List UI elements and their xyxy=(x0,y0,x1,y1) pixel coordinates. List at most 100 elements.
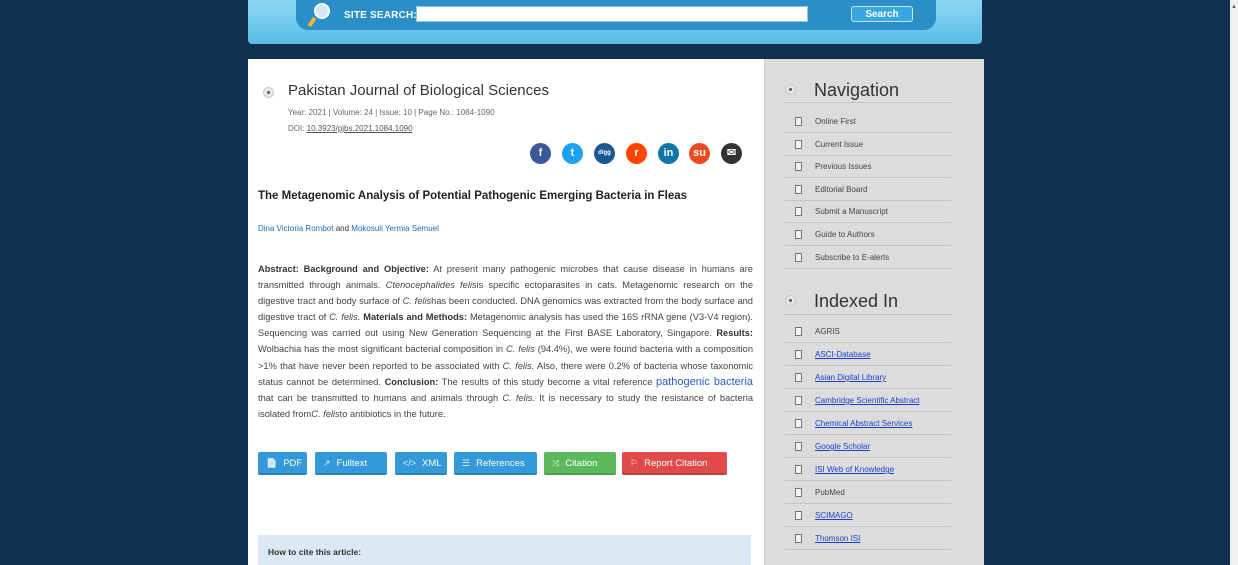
indexed-item[interactable]: ASCI-Database xyxy=(785,343,951,366)
shuffle-icon: ⤨ xyxy=(552,458,560,468)
issue-meta: Year: 2021 | Volume: 24 | Issue: 10 | Pa… xyxy=(288,108,495,117)
document-icon xyxy=(795,350,802,359)
search-logo-icon xyxy=(308,3,330,27)
site-search-bar: SITE SEARCH: Search xyxy=(248,0,982,44)
code-icon: </> xyxy=(403,458,417,468)
document-icon xyxy=(795,230,802,239)
indexed-item[interactable]: SCIMAGO xyxy=(785,504,951,527)
abstract: Abstract: Background and Objective: At p… xyxy=(258,261,753,422)
indexed-item-label: Thomson ISI xyxy=(815,534,861,543)
abstract-text: Wolbachia has the most significant bacte… xyxy=(258,344,504,355)
document-icon xyxy=(795,465,802,474)
indexed-item[interactable]: ISI Web of Knowledge xyxy=(785,458,951,481)
twitter-icon[interactable]: t xyxy=(562,143,583,164)
indexed-item[interactable]: Thomson ISI xyxy=(785,527,951,550)
document-icon xyxy=(795,139,802,149)
indexed-item[interactable]: Google Scholar xyxy=(785,435,951,458)
pdf-icon: 📄 xyxy=(266,458,278,468)
nav-item[interactable]: Editorial Board xyxy=(785,178,951,201)
button-label: PDF xyxy=(283,458,303,469)
pdf-button[interactable]: 📄 PDF xyxy=(258,452,307,475)
article-panel: Pakistan Journal of Biological Sciences … xyxy=(248,59,764,565)
nav-item-label: Editorial Board xyxy=(815,184,868,194)
divider xyxy=(785,102,951,103)
divider xyxy=(785,314,951,315)
search-input[interactable] xyxy=(416,6,808,22)
xml-button[interactable]: </> XML xyxy=(395,452,447,475)
indexed-item[interactable]: Asian Digital Library xyxy=(785,366,951,389)
indexed-item[interactable]: AGRIS xyxy=(785,320,951,343)
journal-title: Pakistan Journal of Biological Sciences xyxy=(288,82,549,99)
document-icon xyxy=(795,184,802,194)
indexed-item-label: ASCI-Database xyxy=(815,350,871,359)
references-button[interactable]: ☰ References xyxy=(454,452,537,475)
author-link[interactable]: Mokosuli Yermia Semuel xyxy=(351,224,439,233)
document-icon xyxy=(795,534,802,543)
authors-and: and xyxy=(335,224,350,233)
citation-button[interactable]: ⤨ Citation xyxy=(544,452,616,475)
nav-item[interactable]: Submit a Manuscript xyxy=(785,200,951,224)
button-label: References xyxy=(476,458,525,469)
list-icon: ☰ xyxy=(462,458,471,468)
species-name: C. felis xyxy=(402,296,432,307)
button-label: Citation xyxy=(565,458,598,469)
nav-item[interactable]: Previous Issues xyxy=(785,155,951,179)
document-icon xyxy=(795,419,802,428)
species-name: C. felis xyxy=(311,408,340,419)
nav-item[interactable]: Subscribe to E-alerts xyxy=(785,246,951,269)
doi-line: DOI: 10.3923/pjbs.2021.1084.1090 xyxy=(288,124,413,133)
reddit-icon[interactable]: r xyxy=(626,143,647,164)
external-link-icon: ↗ xyxy=(323,458,331,468)
digg-icon[interactable]: digg xyxy=(594,143,615,164)
nav-item-label: Submit a Manuscript xyxy=(815,207,888,217)
document-icon xyxy=(795,511,802,520)
document-icon xyxy=(795,117,802,126)
nav-item[interactable]: Online First xyxy=(785,110,951,133)
nav-item[interactable]: Guide to Authors xyxy=(785,223,951,246)
bullet-icon xyxy=(785,295,796,306)
document-icon xyxy=(795,327,802,336)
search-button[interactable]: Search xyxy=(851,6,913,22)
email-icon[interactable]: ✉ xyxy=(721,143,742,164)
button-label: Fulltext xyxy=(336,458,368,469)
pathogenic-bacteria-link[interactable]: pathogenic bacteria xyxy=(656,376,753,388)
how-to-cite-label: How to cite this article: xyxy=(268,547,362,557)
abstract-text: that can be transmitted to humans and an… xyxy=(258,392,499,403)
indexed-item-label: Asian Digital Library xyxy=(815,373,887,382)
search-pill: SITE SEARCH: Search xyxy=(296,0,936,30)
how-to-cite-box: How to cite this article: xyxy=(258,535,751,565)
indexed-item[interactable]: Chemical Abstract Services xyxy=(785,412,951,435)
nav-item[interactable]: Current Issue xyxy=(785,133,951,156)
document-icon xyxy=(795,488,802,497)
author-link[interactable]: Dina Victoria Rombot xyxy=(258,224,333,233)
indexed-item-label: Chemical Abstract Services xyxy=(815,419,913,428)
document-icon xyxy=(795,207,802,217)
sidebar: Navigation Online First Current Issue Prev… xyxy=(764,59,984,565)
conclusion-heading: Conclusion: xyxy=(384,376,439,387)
stumbleupon-icon[interactable]: su xyxy=(689,143,710,164)
scrollbar[interactable]: ▲ xyxy=(1230,0,1238,565)
background-heading: Background and Objective: xyxy=(303,264,429,274)
indexed-item-label: ISI Web of Knowledge xyxy=(815,465,895,474)
doi-link[interactable]: 10.3923/pjbs.2021.1084.1090 xyxy=(307,124,413,133)
document-icon xyxy=(795,252,802,262)
bullet-icon xyxy=(785,84,796,95)
authors: Dina Victoria Rombot and Mokosuli Yermia… xyxy=(258,224,439,233)
species-name: C. felis. xyxy=(502,360,535,371)
indexed-item[interactable]: PubMed xyxy=(785,481,951,504)
facebook-icon[interactable]: f xyxy=(530,143,551,164)
linkedin-icon[interactable]: in xyxy=(658,143,679,164)
indexed-item-label: Google Scholar xyxy=(815,442,871,451)
species-name: C. felis. xyxy=(502,392,535,403)
indexed-item[interactable]: Cambridge Scientific Abstract xyxy=(785,389,951,412)
report-citation-button[interactable]: ⚐ Report Citation xyxy=(622,452,727,475)
document-icon xyxy=(795,442,802,451)
document-icon xyxy=(795,162,802,172)
bullet-icon xyxy=(263,87,274,98)
indexed-item-label: Cambridge Scientific Abstract xyxy=(815,396,920,405)
nav-item-label: Subscribe to E-alerts xyxy=(815,252,890,262)
indexed-heading: Indexed In xyxy=(814,291,899,311)
nav-item-label: Previous Issues xyxy=(815,162,872,172)
scroll-up-icon[interactable]: ▲ xyxy=(1231,4,1237,10)
fulltext-button[interactable]: ↗ Fulltext xyxy=(315,452,387,475)
